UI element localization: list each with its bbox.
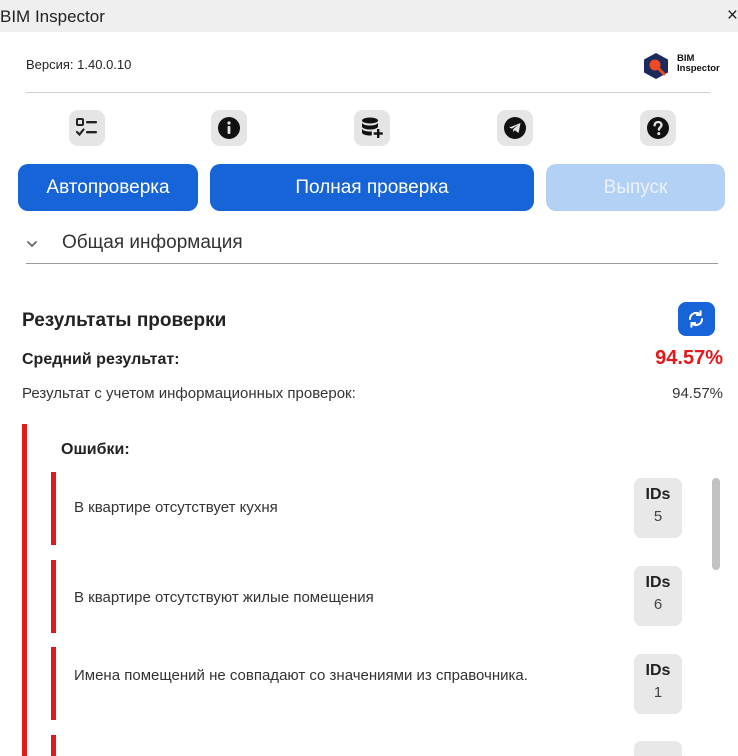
checklist-button[interactable] [69,110,105,146]
error-marker [51,560,56,633]
full-check-button[interactable]: Полная проверка [210,164,534,211]
ids-count: 5 [653,508,663,525]
info-result-label: Результат с учетом информационных провер… [22,385,356,402]
results-title: Результаты проверки [22,310,227,331]
window-title: BIM Inspector [0,7,105,26]
info-result-value: 94.57% [672,385,723,402]
help-icon [647,117,669,139]
logo-line-2: Inspector [677,63,720,74]
ids-button[interactable]: IDs 5 [634,478,682,538]
checklist-icon [75,118,97,137]
close-icon[interactable]: × [727,5,738,27]
header-divider [26,92,710,93]
ids-count: 1 [653,684,663,701]
title-bar: BIM Inspector × [0,0,738,32]
release-button[interactable]: Выпуск [546,164,725,211]
refresh-icon [688,310,704,328]
error-marker [51,647,56,720]
bim-inspector-logo: BIM Inspector [642,50,732,82]
logo-badge-icon [644,53,668,79]
error-text: Имена помещений не совпадают со значения… [74,667,528,684]
error-marker [51,735,56,756]
ids-button[interactable]: IDs 1 [634,654,682,714]
ids-label: IDs [645,574,671,591]
logo-text: BIM Inspector [677,54,720,74]
telegram-icon [504,117,526,139]
errors-group-bar [22,424,27,756]
chevron-down-icon [27,241,37,248]
database-add-icon [362,117,383,138]
section-divider [26,263,718,264]
error-text: В квартире отсутствуют жилые помещения [74,589,374,606]
refresh-button[interactable] [678,302,715,336]
error-text: В квартире отсутствует кухня [74,499,278,516]
average-result-value: 94.57% [655,347,723,369]
ids-count: 6 [653,596,663,613]
info-icon [218,117,240,139]
auto-check-button[interactable]: Автопроверка [18,164,198,211]
ids-button[interactable]: IDs 6 [634,566,682,626]
general-info-label: Общая информация [62,232,243,253]
version-label: Версия: 1.40.0.10 [26,57,132,72]
error-marker [51,472,56,545]
database-add-button[interactable] [354,110,390,146]
general-info-toggle[interactable]: Общая информация [26,228,716,264]
errors-title: Ошибки: [61,441,130,458]
ids-button[interactable] [634,741,682,756]
telegram-button[interactable] [497,110,533,146]
average-result-label: Средний результат: [22,351,180,368]
ids-label: IDs [645,662,671,679]
info-button[interactable] [211,110,247,146]
scrollbar-thumb[interactable] [712,478,720,570]
ids-label: IDs [645,486,671,503]
help-button[interactable] [640,110,676,146]
